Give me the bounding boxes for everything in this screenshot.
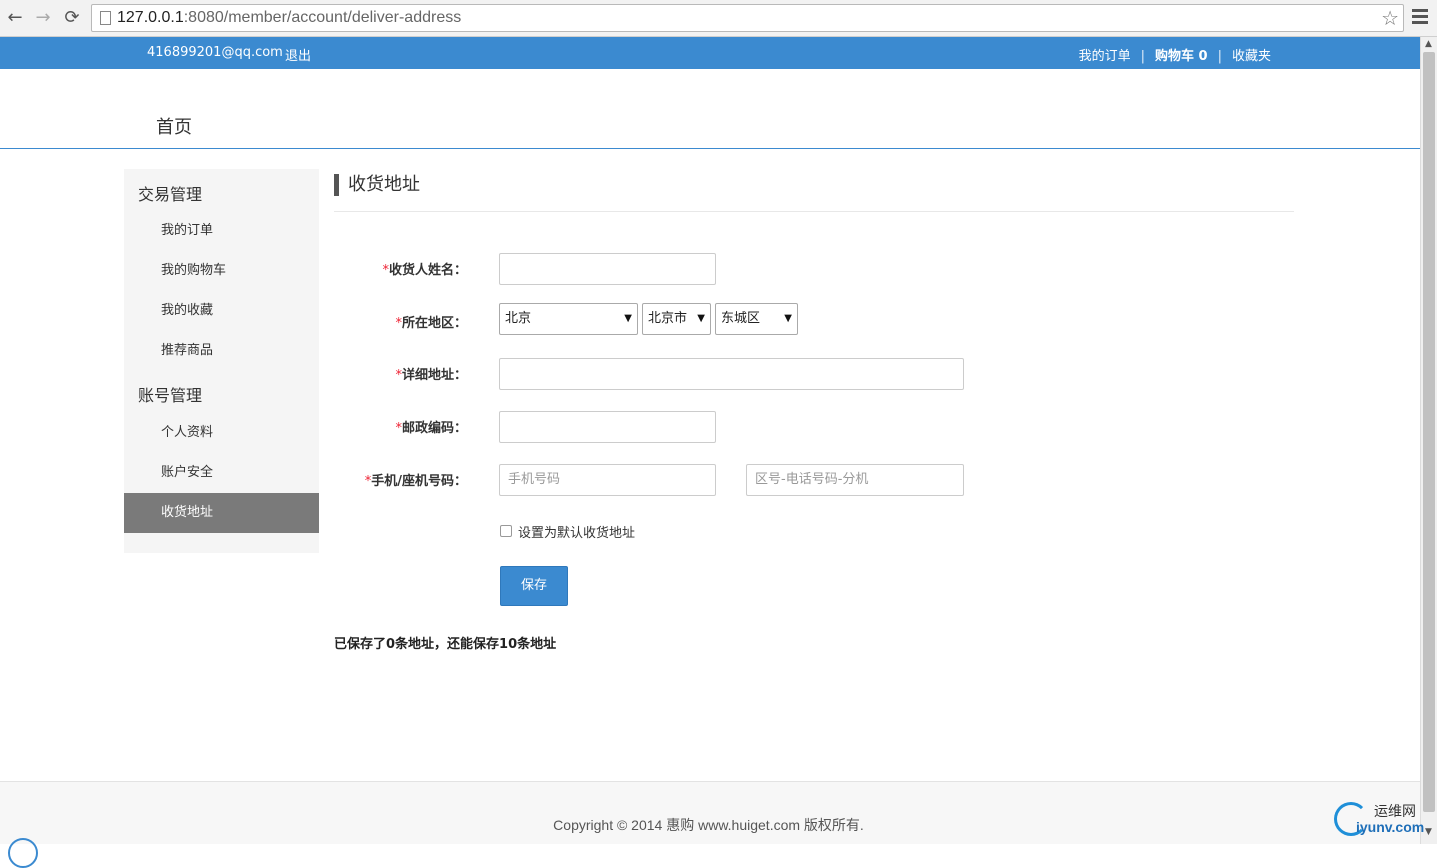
name-label: *收货人姓名： <box>382 263 467 278</box>
sidebar-item-security[interactable]: 账户安全 <box>124 453 319 493</box>
corner-circle-icon <box>8 838 38 868</box>
watermark-en: iyunv.com <box>1356 819 1425 835</box>
cart-link[interactable]: 购物车 0 <box>1155 49 1208 64</box>
divider <box>334 211 1294 212</box>
city-select[interactable]: 北京市 ▼ <box>642 303 711 335</box>
separator: | <box>1217 49 1222 64</box>
default-address-label[interactable]: 设置为默认收货地址 <box>518 522 635 541</box>
region-label: *所在地区： <box>395 316 467 331</box>
address-label: *详细地址： <box>395 368 467 383</box>
address-bar[interactable]: 127.0.0.1:8080/member/account/deliver-ad… <box>91 4 1404 32</box>
zip-input[interactable] <box>499 411 716 443</box>
copyright-text: Copyright © 2014 惠购 www.huiget.com 版权所有. <box>553 817 864 833</box>
sidebar-item-recommended[interactable]: 推荐商品 <box>124 331 319 371</box>
scroll-down-icon[interactable]: ▼ <box>1425 827 1432 837</box>
page-icon <box>100 11 111 25</box>
top-bar: 416899201@qq.com 退出 我的订单 | 购物车 0 | 收藏夹 <box>0 37 1420 69</box>
phone-label: *手机/座机号码： <box>364 474 467 489</box>
province-select[interactable]: 北京 ▼ <box>499 303 638 335</box>
browser-toolbar: ← → ⟳ 127.0.0.1:8080/member/account/deli… <box>0 0 1437 37</box>
save-button[interactable]: 保存 <box>500 566 568 606</box>
forward-icon[interactable]: → <box>32 7 54 29</box>
sidebar-item-my-cart[interactable]: 我的购物车 <box>124 251 319 291</box>
default-address-checkbox[interactable] <box>500 525 512 537</box>
url-text: 127.0.0.1:8080/member/account/deliver-ad… <box>117 9 462 26</box>
home-link[interactable]: 首页 <box>156 113 192 139</box>
separator: | <box>1140 49 1146 64</box>
back-icon[interactable]: ← <box>4 7 26 29</box>
name-input[interactable] <box>499 253 716 285</box>
browser-menu-icon[interactable] <box>1412 9 1428 25</box>
scrollbar[interactable]: ▲ ▼ <box>1420 37 1437 844</box>
footer: Copyright © 2014 惠购 www.huiget.com 版权所有. <box>0 781 1420 844</box>
mobile-input[interactable]: 手机号码 <box>499 464 716 496</box>
sidebar-group-trade: 交易管理 <box>138 185 203 204</box>
district-select[interactable]: 东城区 ▼ <box>715 303 798 335</box>
tel-input[interactable]: 区号-电话号码-分机 <box>746 464 964 496</box>
bookmark-star-icon[interactable]: ☆ <box>1381 6 1399 30</box>
address-input[interactable] <box>499 358 964 390</box>
sidebar-item-profile[interactable]: 个人资料 <box>124 413 319 453</box>
watermark-cn: 运维网 <box>1374 804 1416 820</box>
sidebar: 交易管理 我的订单 我的购物车 我的收藏 推荐商品 账号管理 个人资料 账户安全… <box>124 169 319 553</box>
scroll-thumb[interactable] <box>1423 52 1435 812</box>
sidebar-item-my-favorites[interactable]: 我的收藏 <box>124 291 319 331</box>
sidebar-item-my-orders[interactable]: 我的订单 <box>124 211 319 251</box>
scroll-up-icon[interactable]: ▲ <box>1425 39 1432 49</box>
logout-link[interactable]: 退出 <box>285 45 311 64</box>
favorites-link[interactable]: 收藏夹 <box>1232 49 1271 64</box>
sidebar-group-account: 账号管理 <box>138 386 203 405</box>
reload-icon[interactable]: ⟳ <box>61 7 83 29</box>
page-title: 收货地址 <box>334 174 420 196</box>
sidebar-item-address[interactable]: 收货地址 <box>124 493 319 533</box>
saved-count-note: 已保存了0条地址，还能保存10条地址 <box>334 637 557 652</box>
top-links: 我的订单 | 购物车 0 | 收藏夹 <box>1079 45 1271 64</box>
my-orders-link[interactable]: 我的订单 <box>1079 49 1131 64</box>
user-email-link[interactable]: 416899201@qq.com <box>147 45 283 60</box>
zip-label: *邮政编码： <box>395 421 467 436</box>
header-nav: 首页 <box>0 69 1420 149</box>
watermark-logo: 运维网 iyunv.com <box>1334 800 1424 840</box>
